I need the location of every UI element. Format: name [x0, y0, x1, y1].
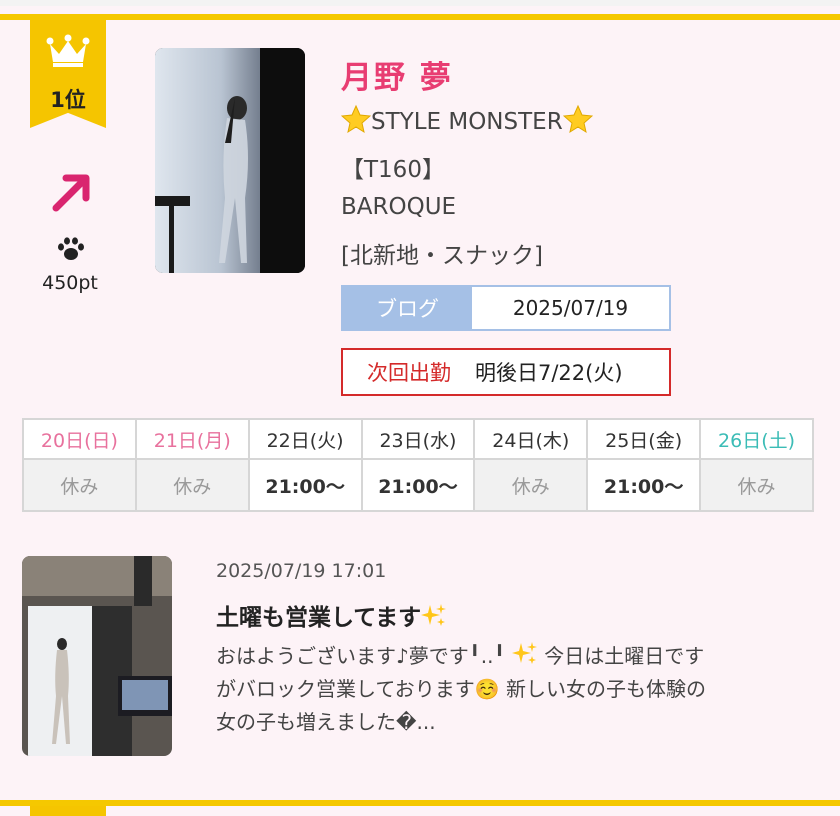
schedule-time: 21:00〜: [247, 458, 363, 512]
star-icon: [562, 104, 593, 134]
next-rank-badge: [30, 806, 106, 816]
schedule-time: 休み: [699, 458, 814, 512]
schedule-day: 23日(水): [360, 418, 476, 460]
paw-icon: [58, 237, 84, 260]
rank-label: 1位: [50, 88, 86, 112]
post-datetime: 2025/07/19 17:01: [216, 560, 387, 582]
post-body-line: 女の子も増えました�...: [216, 710, 436, 734]
girl-name[interactable]: 月野 夢: [341, 52, 453, 97]
sparkles-icon: [421, 604, 447, 626]
star-icon: [341, 104, 371, 134]
schedule-days-row: 20日(日) 21日(月) 22日(火) 23日(水) 24日(木) 25日(金…: [22, 418, 814, 460]
points-value: 450pt: [42, 272, 98, 294]
schedule-day: 26日(土): [699, 418, 814, 460]
schedule-day: 20日(日): [22, 418, 137, 460]
top-divider: [0, 0, 840, 6]
trend-up-arrow-icon: [52, 174, 90, 212]
schedule-time: 休み: [22, 458, 137, 512]
crown-icon: [46, 34, 90, 67]
tagline-text: STYLE MONSTER: [371, 109, 563, 135]
post-body-text: 今日は土曜日です: [537, 644, 705, 668]
blog-link[interactable]: ブログ 2025/07/19: [341, 285, 671, 331]
schedule-day: 22日(火): [247, 418, 363, 460]
schedule-day: 25日(金): [586, 418, 702, 460]
next-card-top-border: [0, 800, 840, 806]
post-body-line: おはようございます♪夢です╹..╹ 今日は土曜日です: [216, 640, 816, 673]
shop-name[interactable]: BAROQUE: [341, 194, 456, 220]
blog-date: 2025/07/19: [512, 296, 629, 320]
schedule-day: 24日(木): [473, 418, 589, 460]
height-text: 【T160】: [341, 157, 445, 183]
weekly-schedule: 20日(日) 21日(月) 22日(火) 23日(水) 24日(木) 25日(金…: [22, 418, 814, 512]
next-work-box: 次回出勤 明後日7/22(火): [341, 348, 671, 396]
sparkles-icon: [511, 642, 537, 664]
schedule-time: 21:00〜: [360, 458, 476, 512]
schedule-time: 休み: [473, 458, 589, 512]
next-work-label: 次回出勤: [367, 361, 451, 385]
schedule-day: 21日(月): [134, 418, 250, 460]
post-body-text: おはようございます♪夢です╹..╹: [216, 644, 506, 668]
post-thumbnail[interactable]: [22, 556, 172, 756]
post-body-line: がバロック営業しております☺️ 新しい女の子も体験の: [216, 677, 707, 701]
post-title[interactable]: 土曜も営業してます: [216, 598, 447, 632]
ranking-card[interactable]: 1位 450pt 月野 夢 STYLE MONSTER 【T160】 BAROQ…: [0, 20, 840, 800]
profile-photo[interactable]: [155, 48, 305, 273]
blog-label: ブログ: [343, 287, 472, 329]
area-text: [北新地・スナック]: [341, 243, 543, 269]
post-excerpt[interactable]: おはようございます♪夢です╹..╹ 今日は土曜日です がバロック営業しております…: [216, 640, 816, 739]
next-work-value: 明後日7/22(火): [475, 361, 623, 385]
schedule-times-row: 休み 休み 21:00〜 21:00〜 休み 21:00〜 休み: [22, 458, 814, 512]
tagline-line: STYLE MONSTER: [341, 104, 593, 135]
schedule-time: 21:00〜: [586, 458, 702, 512]
rank-badge: 1位: [30, 20, 106, 128]
schedule-time: 休み: [134, 458, 250, 512]
post-title-text: 土曜も営業してます: [216, 605, 422, 631]
